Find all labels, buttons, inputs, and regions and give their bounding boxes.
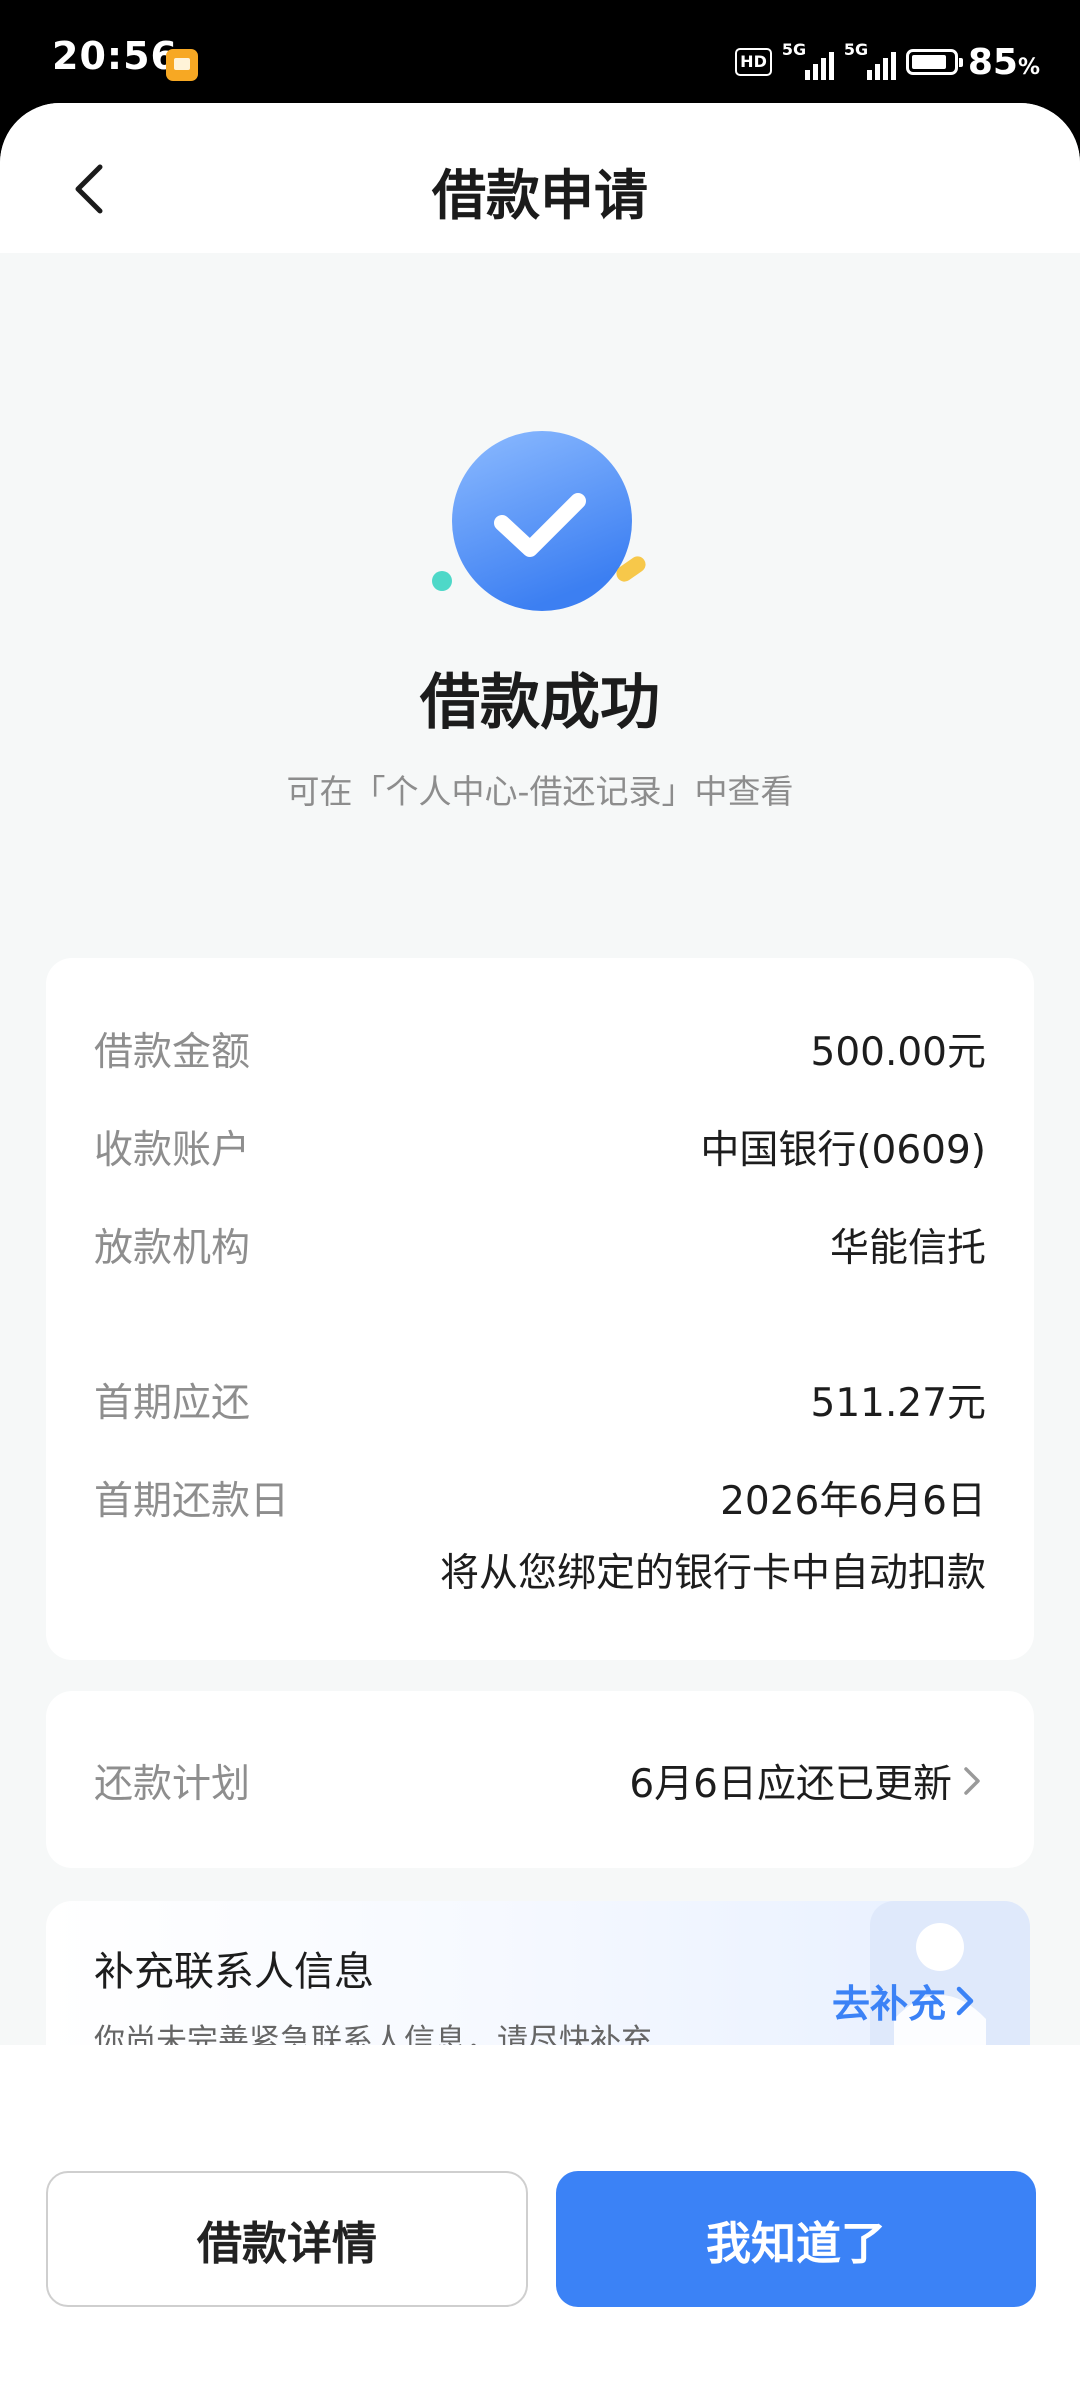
notification-icon — [166, 49, 198, 81]
page-container: 借款申请 借款成功 可在「个人中心-借还记录」中查看 借款金额 500.00元 … — [0, 103, 1080, 2400]
repayment-plan-card[interactable]: 还款计划 6月6日应还已更新 — [46, 1691, 1034, 1868]
detail-row-account: 收款账户 中国银行(0609) — [94, 1119, 986, 1179]
detail-label: 收款账户 — [94, 1128, 251, 1173]
home-indicator[interactable] — [340, 2372, 740, 2382]
battery-icon — [905, 49, 963, 75]
plan-value: 6月6日应还已更新 — [629, 1762, 952, 1807]
status-time: 20:56 — [52, 34, 178, 78]
success-title: 借款成功 — [420, 668, 660, 738]
detail-label: 借款金额 — [94, 1030, 251, 1075]
page-title: 借款申请 — [432, 164, 648, 227]
plan-value-link[interactable]: 6月6日应还已更新 — [629, 1753, 986, 1809]
detail-label: 首期应还 — [94, 1381, 251, 1426]
bottom-action-bar: 借款详情 我知道了 — [0, 2045, 1080, 2400]
detail-value: 500.00元 — [810, 1030, 986, 1075]
network-label: 5G — [843, 40, 869, 59]
hd-badge: HD — [735, 48, 772, 76]
detail-value: 511.27元 — [810, 1381, 986, 1426]
detail-value: 中国银行(0609) — [700, 1128, 986, 1173]
loan-details-button[interactable]: 借款详情 — [46, 2171, 528, 2307]
detail-value: 2026年6月6日 — [720, 1479, 986, 1524]
plan-label: 还款计划 — [94, 1762, 251, 1807]
battery-percent: 85% — [967, 41, 1040, 83]
nav-bar: 借款申请 — [0, 103, 1080, 253]
auto-debit-note: 将从您绑定的银行卡中自动扣款 — [439, 1551, 986, 1596]
detail-label: 首期还款日 — [94, 1479, 290, 1524]
detail-row-institution: 放款机构 华能信托 — [94, 1217, 986, 1277]
supplement-link-label: 去补充 — [831, 1982, 946, 2026]
success-subtitle: 可在「个人中心-借还记录」中查看 — [286, 772, 794, 811]
detail-label: 放款机构 — [94, 1226, 251, 1271]
signal-icon: 5G — [781, 40, 834, 82]
signal-icon: 5G — [843, 40, 896, 82]
detail-row-amount: 借款金额 500.00元 — [94, 1021, 986, 1081]
detail-row-first-payment: 首期应还 511.27元 — [94, 1372, 986, 1432]
chevron-right-icon — [956, 1986, 974, 2015]
loan-details-card: 借款金额 500.00元 收款账户 中国银行(0609) 放款机构 华能信托 首… — [46, 958, 1034, 1660]
status-bar: 20:56 HD 5G 5G 85% — [0, 0, 1080, 104]
contact-title: 补充联系人信息 — [94, 1949, 374, 1995]
detail-row-first-due-date: 首期还款日 2026年6月6日 — [94, 1470, 986, 1530]
got-it-button[interactable]: 我知道了 — [556, 2171, 1036, 2307]
success-check-icon — [432, 431, 646, 611]
chevron-right-icon — [964, 1767, 980, 1795]
status-indicators: HD 5G 5G 85% — [735, 38, 1040, 86]
network-label: 5G — [781, 40, 807, 59]
supplement-link[interactable]: 去补充 — [832, 1973, 978, 2028]
detail-value: 华能信托 — [829, 1226, 986, 1271]
